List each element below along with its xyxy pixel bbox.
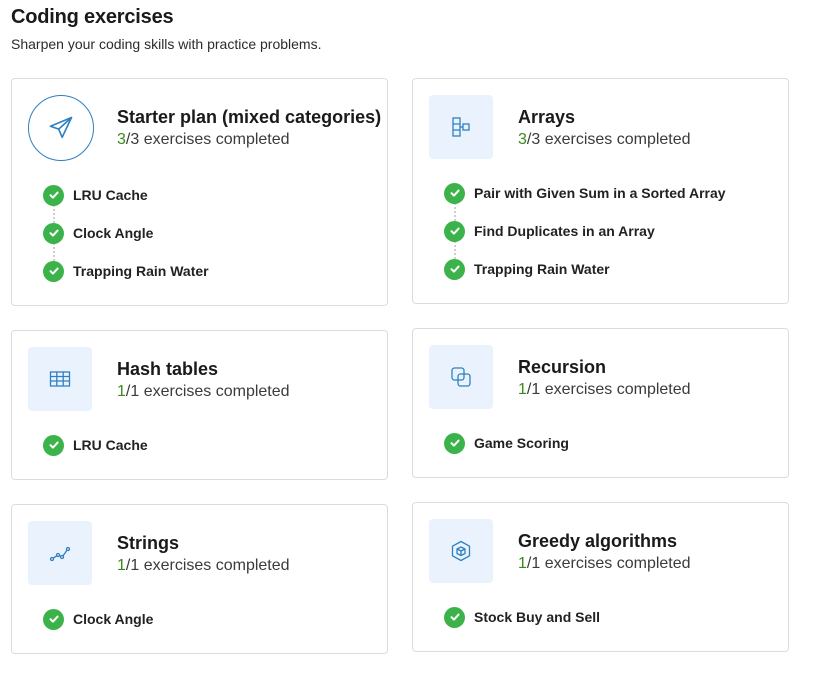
cube-icon bbox=[429, 519, 493, 583]
table-icon bbox=[28, 347, 92, 411]
check-icon bbox=[444, 258, 465, 280]
exercise-list: LRU Cache bbox=[43, 426, 148, 464]
category-card-recursion[interactable]: Recursion 1/1 exercises completed Game S… bbox=[412, 328, 789, 478]
progress-done-count: 3 bbox=[518, 131, 527, 148]
check-icon bbox=[444, 182, 465, 204]
check-icon bbox=[43, 222, 64, 244]
check-icon bbox=[43, 434, 64, 456]
check-icon bbox=[43, 184, 64, 206]
category-card-arrays[interactable]: Arrays 3/3 exercises completed Pair with… bbox=[412, 78, 789, 304]
card-progress: 3/3 exercises completed bbox=[518, 131, 691, 149]
page-title: Coding exercises bbox=[11, 6, 174, 28]
exercise-item[interactable]: Stock Buy and Sell bbox=[444, 598, 600, 636]
progress-total-text: /1 exercises completed bbox=[526, 381, 691, 398]
exercise-list: Stock Buy and Sell bbox=[444, 598, 600, 636]
exercise-label: Clock Angle bbox=[73, 225, 154, 241]
exercise-item[interactable]: Clock Angle bbox=[43, 214, 209, 261]
exercise-label: Game Scoring bbox=[474, 435, 569, 451]
card-title: Greedy algorithms bbox=[518, 531, 678, 551]
string-chain-icon bbox=[28, 521, 92, 585]
exercise-label: Find Duplicates in an Array bbox=[474, 223, 655, 239]
category-card-strings[interactable]: Strings 1/1 exercises completed Clock An… bbox=[11, 504, 388, 654]
exercise-item[interactable]: LRU Cache bbox=[43, 426, 148, 464]
progress-done-count: 3 bbox=[117, 131, 126, 148]
check-icon bbox=[444, 606, 465, 628]
exercise-list: Pair with Given Sum in a Sorted Array Fi… bbox=[444, 174, 726, 288]
card-title: Hash tables bbox=[117, 359, 219, 379]
card-title: Starter plan (mixed categories) bbox=[117, 107, 382, 127]
exercise-label: LRU Cache bbox=[73, 187, 148, 203]
paper-plane-icon bbox=[28, 95, 94, 161]
card-progress: 1/1 exercises completed bbox=[518, 381, 691, 399]
exercise-label: Clock Angle bbox=[73, 611, 154, 627]
progress-total-text: /1 exercises completed bbox=[526, 555, 691, 572]
progress-total-text: /1 exercises completed bbox=[125, 557, 290, 574]
exercise-label: Trapping Rain Water bbox=[73, 263, 209, 279]
exercise-item[interactable]: Find Duplicates in an Array bbox=[444, 212, 726, 259]
page-subtitle: Sharpen your coding skills with practice… bbox=[11, 36, 322, 52]
exercise-list: LRU Cache Clock Angle Trapping Rain Wate… bbox=[43, 176, 209, 290]
card-title: Recursion bbox=[518, 357, 607, 377]
progress-done-count: 1 bbox=[518, 555, 527, 572]
exercise-label: Pair with Given Sum in a Sorted Array bbox=[474, 185, 726, 201]
exercise-list: Game Scoring bbox=[444, 424, 569, 462]
check-icon bbox=[444, 432, 465, 454]
progress-done-count: 1 bbox=[117, 383, 126, 400]
card-progress: 3/3 exercises completed bbox=[117, 131, 290, 149]
progress-done-count: 1 bbox=[117, 557, 126, 574]
exercise-list: Clock Angle bbox=[43, 600, 153, 638]
card-progress: 1/1 exercises completed bbox=[117, 557, 290, 575]
check-icon bbox=[444, 220, 465, 242]
progress-done-count: 1 bbox=[518, 381, 527, 398]
progress-total-text: /3 exercises completed bbox=[526, 131, 691, 148]
exercise-item[interactable]: LRU Cache bbox=[43, 176, 209, 223]
exercise-item[interactable]: Clock Angle bbox=[43, 600, 153, 638]
card-title: Strings bbox=[117, 533, 180, 553]
card-title: Arrays bbox=[518, 107, 576, 127]
overlapping-squares-icon bbox=[429, 345, 493, 409]
exercise-item[interactable]: Trapping Rain Water bbox=[43, 252, 209, 290]
progress-total-text: /3 exercises completed bbox=[125, 131, 290, 148]
card-progress: 1/1 exercises completed bbox=[117, 383, 290, 401]
category-card-greedy-algorithms[interactable]: Greedy algorithms 1/1 exercises complete… bbox=[412, 502, 789, 652]
exercise-item[interactable]: Pair with Given Sum in a Sorted Array bbox=[444, 174, 726, 221]
progress-total-text: /1 exercises completed bbox=[125, 383, 290, 400]
card-progress: 1/1 exercises completed bbox=[518, 555, 691, 573]
category-card-starter-plan[interactable]: Starter plan (mixed categories) 3/3 exer… bbox=[11, 78, 388, 306]
exercise-item[interactable]: Game Scoring bbox=[444, 424, 569, 462]
exercise-label: Stock Buy and Sell bbox=[474, 609, 601, 625]
exercise-label: Trapping Rain Water bbox=[474, 261, 610, 277]
array-bracket-icon bbox=[429, 95, 493, 159]
exercise-item[interactable]: Trapping Rain Water bbox=[444, 250, 726, 288]
exercise-label: LRU Cache bbox=[73, 437, 148, 453]
check-icon bbox=[43, 260, 64, 282]
check-icon bbox=[43, 608, 64, 630]
category-card-hash-tables[interactable]: Hash tables 1/1 exercises completed LRU … bbox=[11, 330, 388, 480]
